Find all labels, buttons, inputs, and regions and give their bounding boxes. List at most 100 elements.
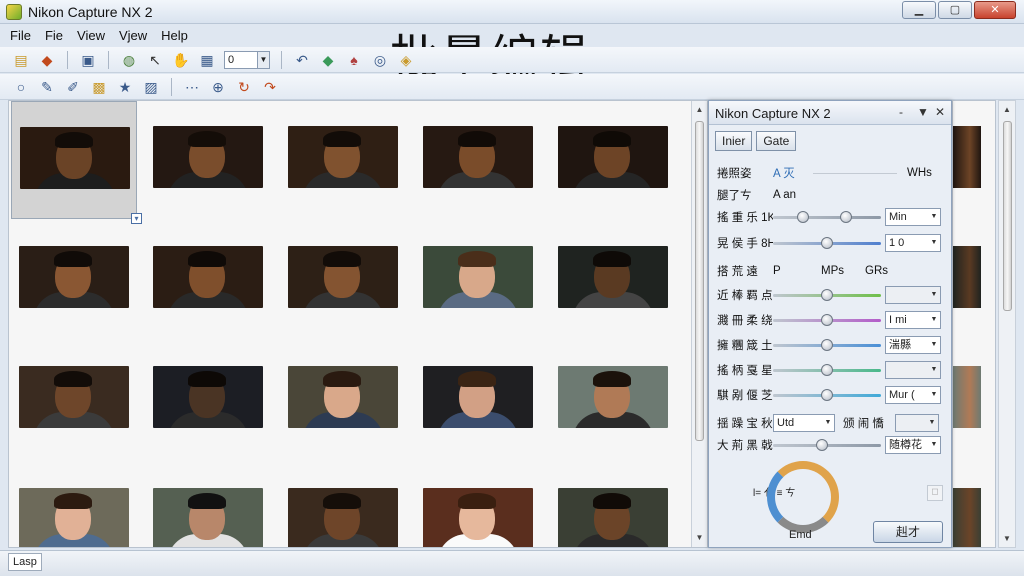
minimize-button[interactable]: ▁ (902, 1, 936, 19)
option-select[interactable]: Utd ▼ (773, 414, 835, 432)
thumbnail-item[interactable] (145, 463, 271, 547)
tag-icon[interactable]: ◆ (319, 51, 337, 69)
menu-help[interactable]: Help (161, 26, 188, 46)
save-icon[interactable]: ▣ (79, 51, 97, 69)
menu-fie[interactable]: Fie (45, 26, 63, 46)
tab-gate[interactable]: Gate (756, 131, 797, 151)
dots-icon[interactable]: ⋯ (183, 78, 201, 96)
adjustment-slider[interactable] (773, 385, 881, 405)
value-select[interactable]: Min ▼ (885, 208, 941, 226)
reset-icon[interactable]: ◻ (927, 485, 943, 501)
right-scrollbar[interactable]: ▲ ▼ (998, 100, 1016, 548)
redo-icon[interactable]: ↷ (261, 78, 279, 96)
tab-inier[interactable]: Inier (715, 131, 753, 151)
value-select[interactable]: Mur (▼ (885, 386, 941, 404)
format-option-grs[interactable]: GRs (865, 265, 888, 277)
thumbnail-item[interactable] (550, 463, 676, 547)
thumbnail-item[interactable] (550, 101, 676, 219)
maximize-button[interactable]: ▢ (938, 1, 972, 19)
thumbnail-item[interactable] (280, 221, 406, 339)
brush-icon[interactable]: ✐ (64, 78, 82, 96)
adjustment-slider[interactable] (773, 335, 881, 355)
thumbnail-item[interactable] (145, 221, 271, 339)
thumbnail-item[interactable] (550, 341, 676, 459)
thumbnail-item[interactable] (11, 341, 137, 459)
scrollbar-thumb[interactable] (1003, 121, 1012, 311)
scroll-down-icon[interactable]: ▼ (1001, 534, 1013, 543)
zoom-in-icon[interactable]: ⊕ (209, 78, 227, 96)
panel-close-button[interactable]: ✕ (935, 105, 945, 119)
value-select[interactable]: I mi ▼ (885, 311, 941, 329)
adjustment-slider[interactable] (773, 310, 881, 330)
zoom-select[interactable]: 0 ▼ (224, 50, 270, 69)
open-icon[interactable]: ◆ (38, 51, 56, 69)
last-select[interactable]: 随樽花 ▼ (885, 436, 941, 454)
rotate-icon[interactable]: ↻ (235, 78, 253, 96)
slider-knob[interactable] (840, 211, 852, 223)
thumbnail-item[interactable] (11, 221, 137, 339)
browser-scrollbar[interactable]: ▲ ▼ (691, 101, 707, 547)
thumbnail-item[interactable] (280, 101, 406, 219)
adjustment-slider[interactable] (773, 285, 881, 305)
partial-thumbnail[interactable] (953, 366, 981, 428)
thumbnail-item[interactable] (280, 341, 406, 459)
menu-file[interactable]: File (10, 26, 31, 46)
grid-icon[interactable]: ▦ (198, 51, 216, 69)
thumbnail-item[interactable] (415, 221, 541, 339)
eye-icon[interactable]: ◈ (397, 51, 415, 69)
magnifier-icon[interactable]: ◎ (371, 51, 389, 69)
format-option-mps[interactable]: MPs (821, 265, 865, 277)
value-select[interactable]: ▼ (885, 361, 941, 379)
search-icon[interactable]: ○ (12, 78, 30, 96)
adjustment-slider[interactable] (773, 207, 881, 227)
slider-knob[interactable] (821, 314, 833, 326)
scroll-down-icon[interactable]: ▼ (692, 531, 707, 545)
panel-minimize-button[interactable]: - (899, 105, 903, 119)
slider-knob[interactable] (821, 237, 833, 249)
last-slider[interactable] (773, 435, 881, 455)
undo-icon[interactable]: ↶ (293, 51, 311, 69)
apply-button[interactable]: 赳才 (873, 521, 943, 543)
partial-thumbnail[interactable] (953, 488, 981, 547)
slider-knob[interactable] (821, 339, 833, 351)
format-option-p[interactable]: P (773, 265, 801, 277)
slider-knob[interactable] (821, 289, 833, 301)
slider-knob[interactable] (821, 364, 833, 376)
thumbnail-item[interactable] (145, 101, 271, 219)
slider-knob[interactable] (797, 211, 809, 223)
adjustment-slider[interactable] (773, 233, 881, 253)
value-select[interactable]: 1 0 ▼ (885, 234, 941, 252)
thumbnail-item[interactable] (280, 463, 406, 547)
menu-vjew[interactable]: Vjew (119, 26, 147, 46)
lasso-icon[interactable]: ✎ (38, 78, 56, 96)
thumbnail-item[interactable] (415, 101, 541, 219)
crop-icon[interactable]: ▩ (90, 78, 108, 96)
adjustment-slider[interactable] (773, 360, 881, 380)
thumbnail-item[interactable] (550, 221, 676, 339)
close-button[interactable]: ✕ (974, 1, 1016, 19)
partial-thumbnail[interactable] (953, 246, 981, 308)
stamp-icon[interactable]: ♠ (345, 51, 363, 69)
thumbnail-item[interactable] (415, 341, 541, 459)
menu-view[interactable]: View (77, 26, 105, 46)
color-wheel[interactable] (767, 461, 839, 533)
partial-thumbnail[interactable] (953, 126, 981, 188)
thumbnail-item[interactable] (415, 463, 541, 547)
edit-icon[interactable]: ▨ (142, 78, 160, 96)
value-select[interactable]: ▼ (885, 286, 941, 304)
thumbnail-item[interactable]: ▾ (11, 101, 142, 224)
new-file-icon[interactable]: ▤ (12, 51, 30, 69)
slider-knob[interactable] (816, 439, 828, 451)
scroll-up-icon[interactable]: ▲ (692, 103, 707, 117)
star-icon[interactable]: ★ (116, 78, 134, 96)
scroll-up-icon[interactable]: ▲ (1001, 105, 1013, 114)
option-select-2[interactable]: ▼ (895, 414, 939, 432)
panel-pin-icon[interactable]: ▼ (917, 105, 929, 119)
pointer-icon[interactable]: ↖ (146, 51, 164, 69)
zoom-icon[interactable]: ◍ (120, 51, 138, 69)
scrollbar-thumb[interactable] (695, 121, 704, 441)
value-select[interactable]: 湍縣 ▼ (885, 336, 941, 354)
hand-icon[interactable]: ✋ (172, 51, 190, 69)
slider-knob[interactable] (821, 389, 833, 401)
thumbnail-item[interactable] (145, 341, 271, 459)
